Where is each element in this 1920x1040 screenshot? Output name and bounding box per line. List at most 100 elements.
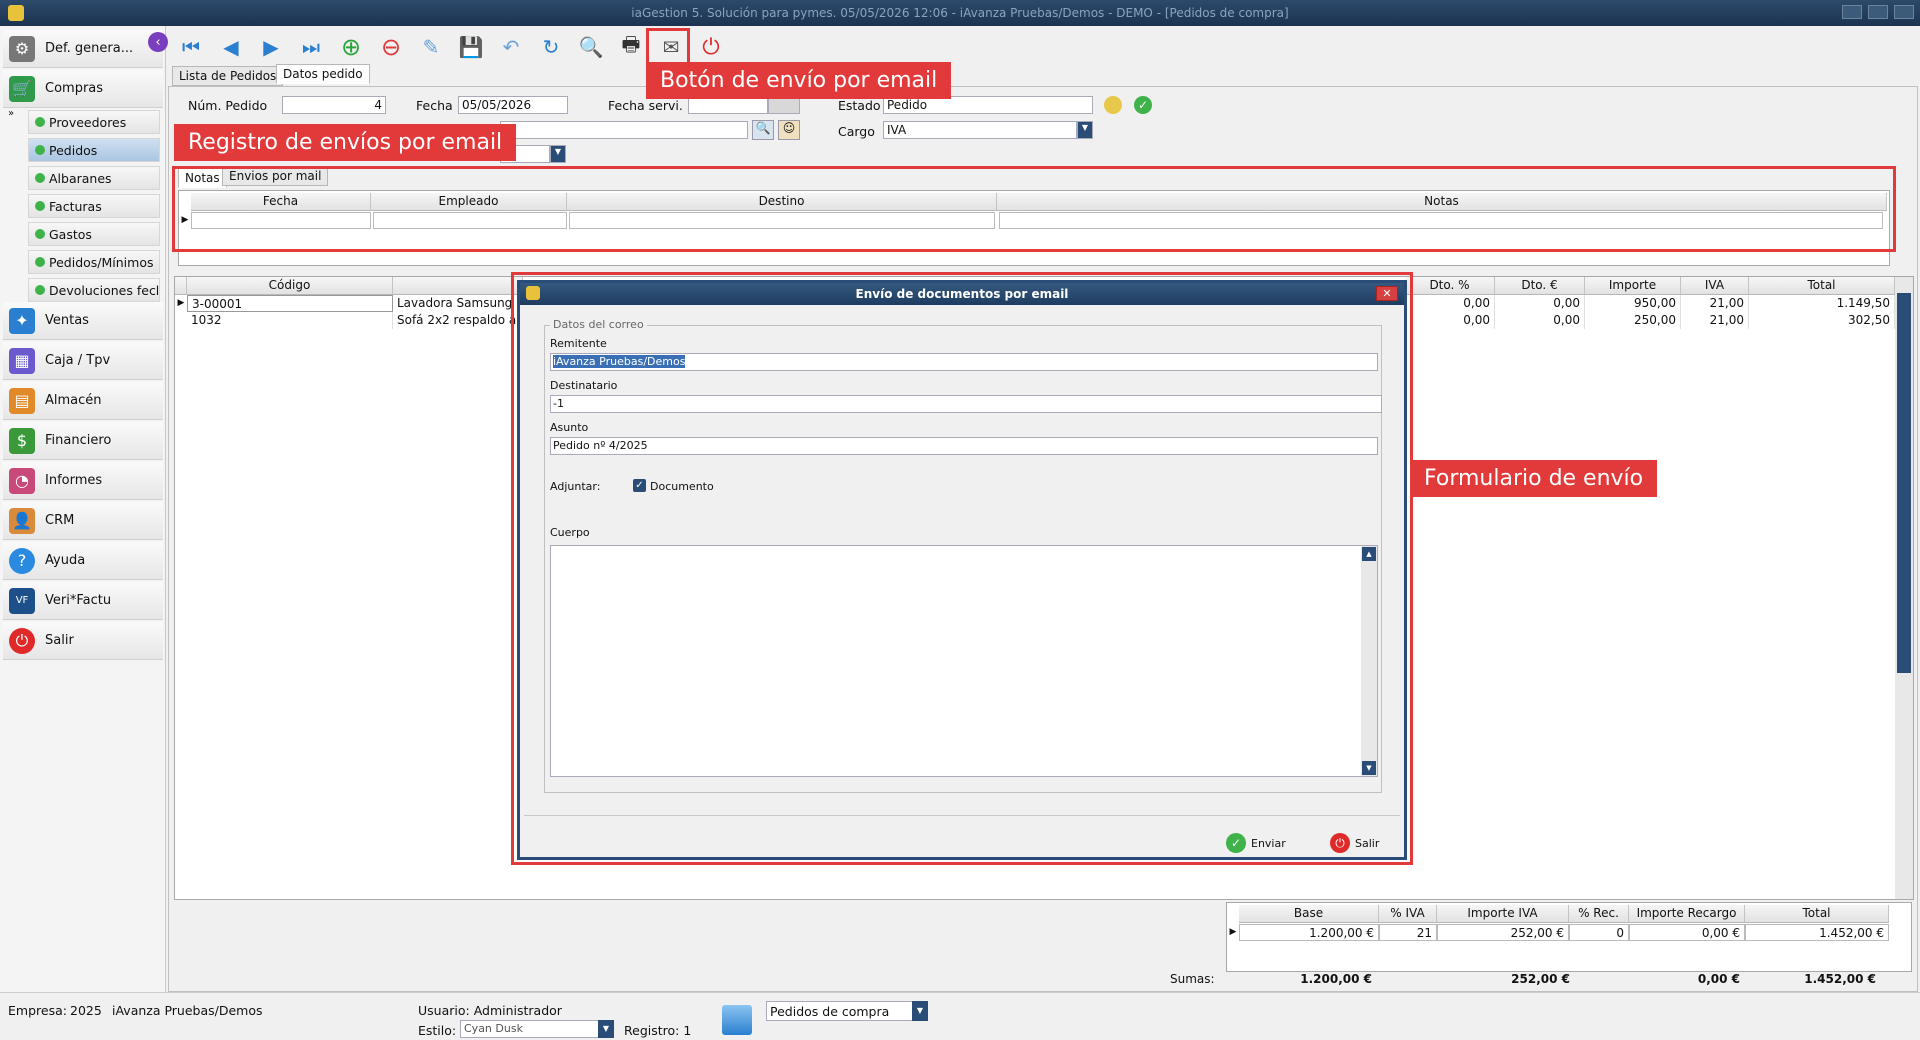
col-importe[interactable]: Importe [1585, 277, 1681, 295]
green-dot-icon [35, 201, 45, 211]
totals-cell-base[interactable]: 1.200,00 € [1239, 924, 1379, 941]
line-cell-desc[interactable]: Sofá 2x2 respaldo al [393, 312, 523, 329]
next-record-icon[interactable]: ▶ [256, 32, 286, 62]
totals-cell-pct-rec[interactable]: 0 [1569, 924, 1629, 941]
totals-cell-importe-recargo[interactable]: 0,00 € [1629, 924, 1745, 941]
num-pedido-field[interactable]: 4 [282, 96, 386, 114]
line-cell-iva[interactable]: 21,00 [1681, 295, 1749, 312]
row-indicator-icon: ▶ [1229, 927, 1237, 937]
sidebar-item-albaranes[interactable]: Albaranes [28, 166, 160, 190]
estilo-dropdown-chevron-icon[interactable]: ▼ [598, 1020, 614, 1038]
yellow-status-icon[interactable] [1104, 96, 1122, 114]
tab-lista-pedidos[interactable]: Lista de Pedidos [172, 66, 284, 86]
sidebar-item-facturas[interactable]: Facturas [28, 194, 160, 218]
sidebar-item-def-general[interactable]: ⚙ Def. genera... [3, 30, 163, 68]
sidebar-item-informes[interactable]: ◔ Informes [3, 462, 163, 500]
cargo-field[interactable]: IVA [883, 121, 1077, 139]
collapse-sidebar-button[interactable]: ‹ [148, 32, 168, 52]
col-iva[interactable]: IVA [1681, 277, 1749, 295]
edit-icon[interactable]: ✎ [416, 32, 446, 62]
sidebar-item-gastos[interactable]: Gastos [28, 222, 160, 246]
sidebar-item-compras[interactable]: 🛒 Compras [3, 70, 163, 108]
proveedor-field[interactable] [500, 121, 748, 139]
sidebar-item-almacen[interactable]: ▤ Almacén [3, 382, 163, 420]
sidebar-item-salir[interactable]: ⏻ Salir [3, 622, 163, 660]
delete-record-icon[interactable]: ⊖ [376, 32, 406, 62]
col-importe-recargo[interactable]: Importe Recargo [1629, 905, 1745, 923]
status-bar: Empresa: 2025 iAvanza Pruebas/Demos Usua… [0, 992, 1920, 1040]
col-base[interactable]: Base [1239, 905, 1379, 923]
sidebar-item-verifactu[interactable]: VF Veri*Factu [3, 582, 163, 620]
refresh-icon[interactable]: ↻ [536, 32, 566, 62]
totals-cell-importe-iva[interactable]: 252,00 € [1437, 924, 1569, 941]
tab-datos-pedido[interactable]: Datos pedido [276, 64, 370, 84]
sidebar-item-caja-tpv[interactable]: ▦ Caja / Tpv [3, 342, 163, 380]
line-cell-dto-pct[interactable]: 0,00 [1405, 312, 1495, 329]
cash-register-icon: ▦ [9, 347, 35, 374]
cargo-dropdown-chevron-icon[interactable]: ▼ [1077, 121, 1093, 139]
maximize-button[interactable] [1868, 5, 1888, 19]
sidebar-item-pedidos-minimos[interactable]: Pedidos/Mínimos [28, 250, 160, 274]
exit-power-icon[interactable]: ⏻ [696, 32, 726, 62]
fecha-field[interactable]: 05/05/2026 [458, 96, 568, 114]
sidebar-item-ventas[interactable]: ✦ Ventas [3, 302, 163, 340]
save-icon[interactable]: 💾 [456, 32, 486, 62]
line-cell-dto-eur[interactable]: 0,00 [1495, 295, 1585, 312]
sidebar-item-devoluciones[interactable]: Devoluciones fecl [28, 278, 160, 302]
scrollbar-thumb[interactable] [1897, 293, 1911, 673]
line-cell-desc[interactable]: Lavadora Samsung [393, 295, 523, 312]
close-window-button[interactable] [1894, 5, 1914, 19]
sidebar-item-ayuda[interactable]: ? Ayuda [3, 542, 163, 580]
empresa-code: 2025 [70, 1003, 102, 1018]
totals-cell-pct-iva[interactable]: 21 [1379, 924, 1437, 941]
line-cell-importe[interactable]: 250,00 [1585, 312, 1681, 329]
line-cell-total[interactable]: 1.149,50 [1749, 295, 1895, 312]
estilo-select[interactable]: Cyan Dusk [460, 1020, 608, 1038]
print-icon[interactable]: 🖶 [616, 32, 646, 62]
sidebar-item-crm[interactable]: 👤 CRM [3, 502, 163, 540]
line-cell-total[interactable]: 302,50 [1749, 312, 1895, 329]
line-cell-iva[interactable]: 21,00 [1681, 312, 1749, 329]
line-cell-dto-pct[interactable]: 0,00 [1405, 295, 1495, 312]
help-icon: ? [9, 547, 35, 574]
green-dot-icon [35, 145, 45, 155]
col-total[interactable]: Total [1749, 277, 1895, 295]
check-icon[interactable]: ✓ [1134, 96, 1152, 114]
person-icon: 👤 [9, 507, 35, 534]
first-record-icon[interactable]: ⏮ [176, 32, 206, 62]
modulo-dropdown-chevron-icon[interactable]: ▼ [912, 1001, 928, 1021]
line-cell-importe[interactable]: 950,00 [1585, 295, 1681, 312]
sidebar-item-pedidos[interactable]: Pedidos [28, 138, 160, 162]
line-cell-codigo[interactable]: 3-00001 [187, 295, 393, 312]
add-record-icon[interactable]: ⊕ [336, 32, 366, 62]
line-cell-dto-eur[interactable]: 0,00 [1495, 312, 1585, 329]
last-record-icon[interactable]: ⏭ [296, 32, 326, 62]
add-contact-icon[interactable]: ☺ [778, 120, 800, 140]
totals-cell-total[interactable]: 1.452,00 € [1745, 924, 1889, 941]
line-cell-codigo[interactable]: 1032 [187, 312, 393, 329]
registro-highlight [172, 166, 1896, 252]
prev-record-icon[interactable]: ◀ [216, 32, 246, 62]
lines-scrollbar[interactable] [1895, 277, 1913, 899]
almacen-dropdown-chevron-icon[interactable]: ▼ [550, 145, 566, 163]
registro-callout: Registro de envíos por email [174, 124, 517, 161]
col-dto-pct[interactable]: Dto. % [1405, 277, 1495, 295]
search-icon[interactable]: 🔍 [752, 120, 774, 140]
col-codigo[interactable]: Código [187, 277, 393, 295]
col-pct-rec[interactable]: % Rec. [1569, 905, 1629, 923]
col-descripcion[interactable] [393, 277, 523, 295]
search-list-icon[interactable]: 🔍 [576, 32, 606, 62]
col-importe-iva[interactable]: Importe IVA [1437, 905, 1569, 923]
col-pct-iva[interactable]: % IVA [1379, 905, 1437, 923]
documents-icon [722, 1005, 752, 1035]
collapse-chevron-icon[interactable]: » [8, 108, 14, 119]
modulo-select[interactable]: Pedidos de compra [766, 1001, 914, 1021]
sidebar-item-proveedores[interactable]: Proveedores [28, 110, 160, 134]
minimize-button[interactable] [1842, 5, 1862, 19]
green-dot-icon [35, 285, 45, 295]
totals-grid[interactable]: Base % IVA Importe IVA % Rec. Importe Re… [1226, 902, 1912, 972]
col-dto-eur[interactable]: Dto. € [1495, 277, 1585, 295]
col-total-totals[interactable]: Total [1745, 905, 1889, 923]
sidebar-item-financiero[interactable]: $ Financiero [3, 422, 163, 460]
undo-icon[interactable]: ↶ [496, 32, 526, 62]
